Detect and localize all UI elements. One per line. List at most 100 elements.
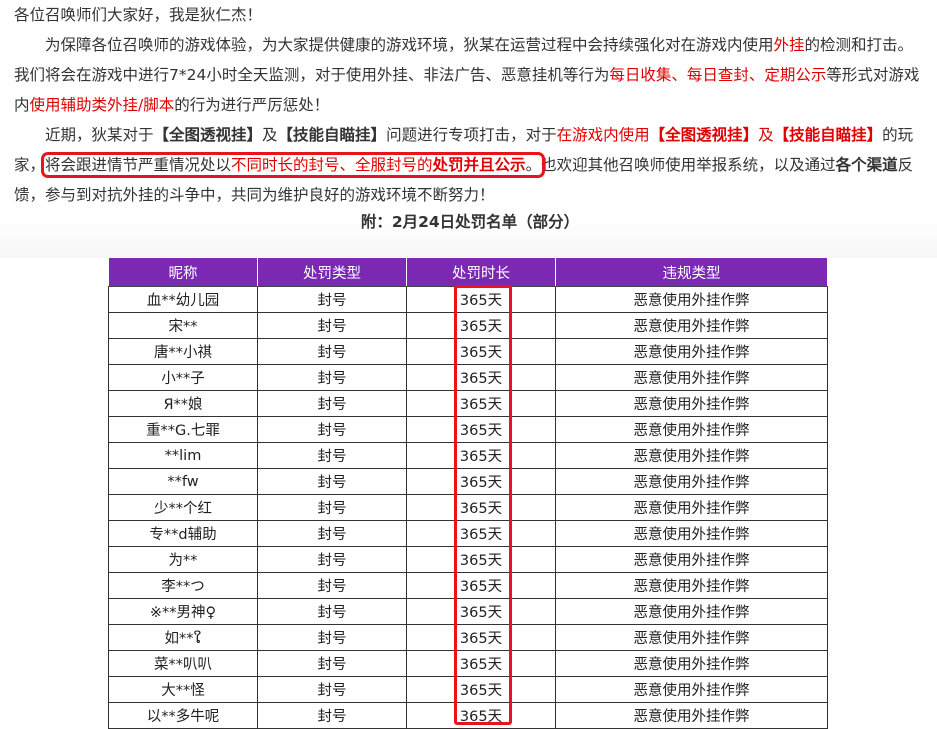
table-row: 大**怪 封号 365天 恶意使用外挂作弊 (108, 676, 828, 703)
cell-duration: 365天 (406, 494, 556, 521)
table-row: 少**个红 封号 365天 恶意使用外挂作弊 (108, 494, 828, 521)
announcement-article: 各位召唤师们大家好，我是狄仁杰！ 为保障各位召唤师的游戏体验，为大家提供健康的游… (14, 0, 926, 234)
table-header-row: 昵称 处罚类型 处罚时长 违规类型 (108, 257, 828, 287)
box-text-a: 将会跟进情节严重情况处以 (45, 156, 232, 174)
cell-nickname: Я**娘 (108, 390, 258, 417)
cell-duration: 365天 (406, 416, 556, 443)
header-penalty-duration: 处罚时长 (406, 257, 556, 287)
header-penalty-type: 处罚类型 (257, 257, 407, 287)
table-row: 专**d辅助 封号 365天 恶意使用外挂作弊 (108, 520, 828, 547)
table-row: **fw 封号 365天 恶意使用外挂作弊 (108, 468, 828, 495)
cell-penalty-type: 封号 (257, 624, 407, 651)
header-violation-type: 违规类型 (555, 257, 828, 287)
table-row: 以**多牛呢 封号 365天 恶意使用外挂作弊 (108, 702, 828, 729)
greeting: 各位召唤师们大家好，我是狄仁杰！ (14, 6, 263, 24)
cell-duration: 365天 (406, 468, 556, 495)
cell-violation: 恶意使用外挂作弊 (555, 442, 828, 469)
cell-duration: 365天 (406, 442, 556, 469)
p1-highlight-cheat: 外挂 (773, 36, 805, 54)
cell-nickname: 专**d辅助 (108, 520, 258, 547)
cell-penalty-type: 封号 (257, 572, 407, 599)
table-row: 小**子 封号 365天 恶意使用外挂作弊 (108, 364, 828, 391)
table-row: 重**G.七罪 封号 365天 恶意使用外挂作弊 (108, 416, 828, 443)
table-row: ※**男神♀ 封号 365天 恶意使用外挂作弊 (108, 598, 828, 625)
table-row: 菜**叭叭 封号 365天 恶意使用外挂作弊 (108, 650, 828, 677)
p2-red-and: 及 (758, 126, 774, 144)
cell-violation: 恶意使用外挂作弊 (555, 598, 828, 625)
cell-nickname: 小**子 (108, 364, 258, 391)
cell-penalty-type: 封号 (257, 468, 407, 495)
cell-violation: 恶意使用外挂作弊 (555, 676, 828, 703)
cell-violation: 恶意使用外挂作弊 (555, 702, 828, 729)
cell-nickname: 血**幼儿园 (108, 286, 258, 313)
box-red-text: 不同时长的封号、全服封号的 (231, 156, 433, 174)
cell-penalty-type: 封号 (257, 520, 407, 547)
p2-text-a: 近期，狄某对于 (45, 126, 154, 144)
cell-duration: 365天 (406, 702, 556, 729)
cell-duration: 365天 (406, 624, 556, 651)
paragraph-2: 近期，狄某对于【全图透视挂】及【技能自瞄挂】问题进行专项打击，对于在游戏内使用【… (14, 120, 926, 210)
cell-violation: 恶意使用外挂作弊 (555, 650, 828, 677)
cell-duration: 365天 (406, 312, 556, 339)
table-row: 为** 封号 365天 恶意使用外挂作弊 (108, 546, 828, 573)
cell-nickname: **fw (108, 468, 258, 495)
p2-text-e: 也欢迎其他召唤师使用举报系统，以及通过 (541, 156, 836, 174)
box-bold-text: 处罚并且公示 (432, 156, 526, 174)
p2-bold-aimbot: 【技能自瞄挂】 (277, 126, 387, 144)
table-row: 血**幼儿园 封号 365天 恶意使用外挂作弊 (108, 286, 828, 313)
cell-penalty-type: 封号 (257, 676, 407, 703)
paragraph-1: 为保障各位召唤师的游戏体验，为大家提供健康的游戏环境，狄某在运营过程中会持续强化… (14, 30, 926, 120)
cell-duration: 365天 (406, 598, 556, 625)
cell-violation: 恶意使用外挂作弊 (555, 546, 828, 573)
cell-duration: 365天 (406, 520, 556, 547)
table-row: **lim 封号 365天 恶意使用外挂作弊 (108, 442, 828, 469)
table-row: 李**つ 封号 365天 恶意使用外挂作弊 (108, 572, 828, 599)
cell-violation: 恶意使用外挂作弊 (555, 390, 828, 417)
cell-violation: 恶意使用外挂作弊 (555, 468, 828, 495)
cell-violation: 恶意使用外挂作弊 (555, 624, 828, 651)
box-end: 。 (525, 156, 542, 174)
p2-red-ingame: 在游戏内使用 (556, 126, 650, 144)
p2-bold-wallhack: 【全图透视挂】 (153, 126, 263, 144)
cell-penalty-type: 封号 (257, 364, 407, 391)
cell-nickname: ※**男神♀ (108, 598, 258, 625)
cell-duration: 365天 (406, 286, 556, 313)
cell-violation: 恶意使用外挂作弊 (555, 312, 828, 339)
cell-penalty-type: 封号 (257, 390, 407, 417)
table-row: 唐**小祺 封号 365天 恶意使用外挂作弊 (108, 338, 828, 365)
cell-violation: 恶意使用外挂作弊 (555, 364, 828, 391)
cell-violation: 恶意使用外挂作弊 (555, 416, 828, 443)
penalty-table: 昵称 处罚类型 处罚时长 违规类型 血**幼儿园 封号 365天 恶意使用外挂作弊 宋… (108, 257, 828, 729)
cell-nickname: 少**个红 (108, 494, 258, 521)
cell-nickname: 如**ໃ (108, 624, 258, 651)
table-row: 如**ໃ 封号 365天 恶意使用外挂作弊 (108, 624, 828, 651)
penalty-table-container: 昵称 处罚类型 处罚时长 违规类型 血**幼儿园 封号 365天 恶意使用外挂作弊 宋… (108, 257, 828, 729)
cell-nickname: 宋** (108, 312, 258, 339)
cell-violation: 恶意使用外挂作弊 (555, 286, 828, 313)
cell-penalty-type: 封号 (257, 546, 407, 573)
cell-penalty-type: 封号 (257, 494, 407, 521)
p2-text-b: 及 (262, 126, 278, 144)
cell-duration: 365天 (406, 572, 556, 599)
p2-text-c: 问题进行专项打击，对于 (386, 126, 557, 144)
p2-red-bold-wallhack: 【全图透视挂】 (649, 126, 759, 144)
cell-nickname: 唐**小祺 (108, 338, 258, 365)
cell-nickname: **lim (108, 442, 258, 469)
cell-penalty-type: 封号 (257, 442, 407, 469)
cell-penalty-type: 封号 (257, 312, 407, 339)
cell-penalty-type: 封号 (257, 650, 407, 677)
p1-text-d: 的行为进行严厉惩处！ (174, 96, 330, 114)
cell-nickname: 为** (108, 546, 258, 573)
cell-nickname: 重**G.七罪 (108, 416, 258, 443)
cell-violation: 恶意使用外挂作弊 (555, 572, 828, 599)
p2-red-bold-aimbot: 【技能自瞄挂】 (773, 126, 883, 144)
cell-violation: 恶意使用外挂作弊 (555, 494, 828, 521)
cell-nickname: 以**多牛呢 (108, 702, 258, 729)
cell-penalty-type: 封号 (257, 286, 407, 313)
cell-duration: 365天 (406, 390, 556, 417)
cell-penalty-type: 封号 (257, 598, 407, 625)
cell-duration: 365天 (406, 676, 556, 703)
highlighted-penalty-note: 将会跟进情节严重情况处以不同时长的封号、全服封号的处罚并且公示。 (41, 152, 546, 178)
p1-text-a: 为保障各位召唤师的游戏体验，为大家提供健康的游戏环境，狄某在运营过程中会持续强化… (45, 36, 774, 54)
cell-duration: 365天 (406, 546, 556, 573)
